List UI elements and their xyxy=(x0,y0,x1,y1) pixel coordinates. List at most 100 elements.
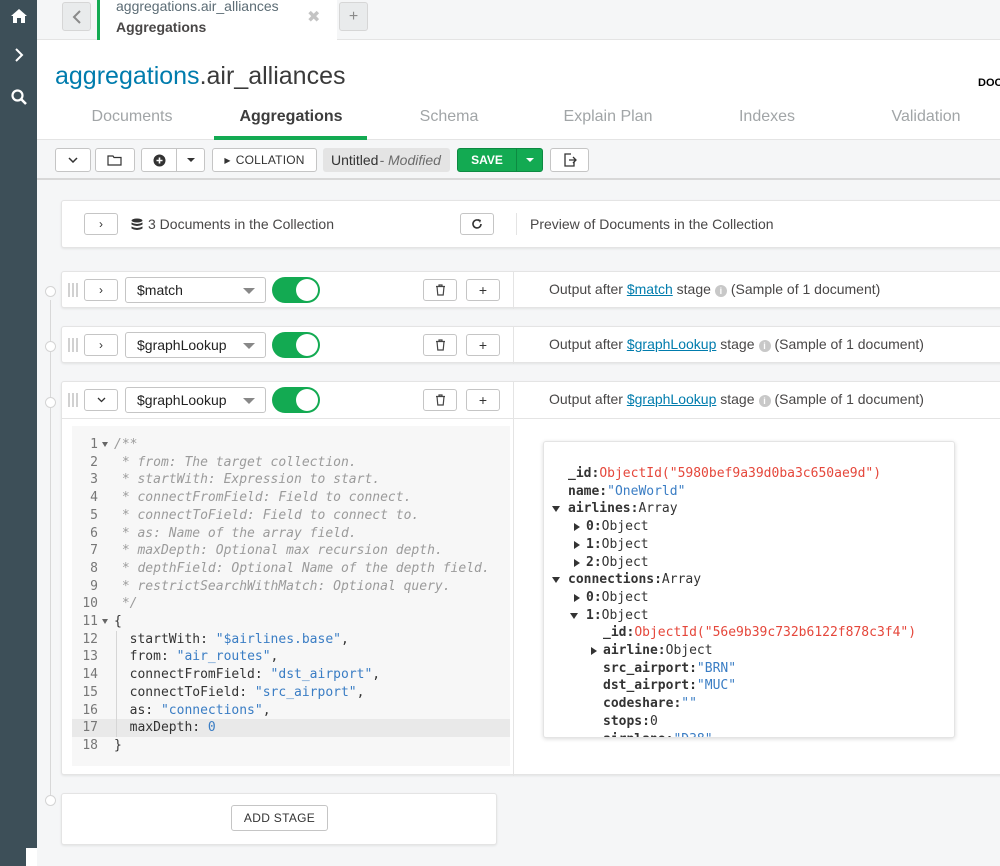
array-item[interactable]: 0:Object xyxy=(574,518,649,536)
stage-enabled-toggle[interactable] xyxy=(272,277,320,303)
tab-indexes[interactable]: Indexes xyxy=(739,108,795,126)
stage-card: › $graphLookup + Output after $graphLook… xyxy=(61,326,1000,364)
fold-toggle-icon[interactable] xyxy=(102,619,108,624)
field-value: Array xyxy=(661,572,702,588)
field-value: Object xyxy=(665,643,713,658)
drag-handle-icon[interactable] xyxy=(68,393,80,407)
save-options-dropdown[interactable] xyxy=(516,149,542,171)
stage-operator-link[interactable]: $graphLookup xyxy=(627,391,717,407)
sidebar-handle xyxy=(26,848,37,866)
expand-stage-button[interactable]: › xyxy=(84,334,118,356)
open-folder-button[interactable] xyxy=(95,148,135,172)
caret-right-icon[interactable] xyxy=(574,523,580,532)
caret-down-icon xyxy=(243,398,255,404)
tab-validation[interactable]: Validation xyxy=(891,108,960,126)
trash-icon xyxy=(435,339,445,351)
caret-down-icon[interactable] xyxy=(552,577,560,584)
chevron-down-icon xyxy=(97,397,105,403)
line-number: 4 xyxy=(90,490,98,506)
field-key: name: xyxy=(568,483,608,499)
drag-handle-icon[interactable] xyxy=(68,338,80,352)
output-document-card: _id:ObjectId("5980bef9a39d0ba3c650ae9d")… xyxy=(543,441,955,738)
home-icon[interactable] xyxy=(0,0,37,32)
stage-code-editor[interactable]: 1 /** 2 * from: The target collection. 3 * … xyxy=(72,426,510,766)
line-number: 6 xyxy=(90,525,98,541)
add-stage-after-button[interactable]: + xyxy=(466,279,500,301)
stage-dot xyxy=(45,795,56,806)
tab-explain-plan[interactable]: Explain Plan xyxy=(564,108,653,126)
line-number: 14 xyxy=(82,667,98,683)
document-count-label: 3 Documents in the Collection xyxy=(148,216,334,232)
expand-chevron-icon[interactable] xyxy=(0,39,37,71)
tab-documents[interactable]: Documents xyxy=(92,108,173,126)
stage-operator-select[interactable]: $match xyxy=(125,277,266,303)
tab-aggregations[interactable]: Aggregations xyxy=(239,108,342,126)
close-tab-icon[interactable]: ✖ xyxy=(307,7,320,27)
new-tab-button[interactable]: + xyxy=(339,2,368,31)
caret-down-icon xyxy=(525,158,534,162)
saved-pipelines-toggle[interactable] xyxy=(55,148,91,172)
expand-source-button[interactable]: › xyxy=(84,213,118,235)
field-connections[interactable]: connections:Array xyxy=(552,571,702,589)
caret-down-icon[interactable] xyxy=(552,506,560,513)
delete-stage-button[interactable] xyxy=(423,334,457,356)
caret-right-icon[interactable] xyxy=(591,647,597,655)
expand-stage-button[interactable]: › xyxy=(84,279,118,301)
tab-schema[interactable]: Schema xyxy=(420,108,479,126)
caret-right-icon[interactable] xyxy=(574,558,580,567)
field-key: 0: xyxy=(586,589,602,605)
workspace-tab[interactable]: aggregations.air_alliances Aggregations … xyxy=(97,0,337,40)
delete-stage-button[interactable] xyxy=(423,279,457,301)
field-value: "" xyxy=(681,696,697,712)
collection-name: .air_alliances xyxy=(199,62,346,90)
new-pipeline-button[interactable] xyxy=(141,148,177,172)
code-text: } xyxy=(114,737,122,753)
nested-field[interactable]: airline:Object xyxy=(591,642,713,660)
array-item[interactable]: 2:Object xyxy=(574,554,649,572)
caret-right-icon[interactable] xyxy=(574,593,580,602)
stage-enabled-toggle[interactable] xyxy=(272,387,320,413)
export-icon xyxy=(563,153,577,167)
search-icon[interactable] xyxy=(0,81,37,113)
info-icon[interactable]: i xyxy=(758,395,771,407)
export-button[interactable] xyxy=(550,148,589,172)
field-airlines[interactable]: airlines:Array xyxy=(552,500,678,518)
line-number: 1 xyxy=(90,437,98,452)
info-icon[interactable]: i xyxy=(714,285,727,297)
back-button[interactable] xyxy=(62,2,91,31)
stage-operator-link[interactable]: $match xyxy=(627,281,673,297)
line-number: 2 xyxy=(90,454,98,470)
array-item[interactable]: 1:Object xyxy=(570,607,649,625)
fold-toggle-icon[interactable] xyxy=(102,442,108,447)
stage-output-label: Output after $graphLookup stage i (Sample … xyxy=(549,391,924,407)
drag-handle-icon[interactable] xyxy=(68,283,80,297)
stage-enabled-toggle[interactable] xyxy=(272,332,320,358)
refresh-button[interactable] xyxy=(460,213,494,235)
pipeline-name-display[interactable]: Untitled - Modified xyxy=(323,148,450,172)
chevron-down-icon xyxy=(68,157,78,163)
delete-stage-button[interactable] xyxy=(423,389,457,411)
code-text: * depthField: Optional Name of the depth… xyxy=(114,560,490,576)
code-text: connectFromField: "dst_airport", xyxy=(114,667,381,683)
stage-dot xyxy=(45,286,56,297)
code-text: * startWith: Expression to start. xyxy=(114,472,381,488)
field-value: 0 xyxy=(649,713,658,729)
database-icon xyxy=(131,218,143,230)
save-button[interactable]: SAVE xyxy=(458,149,516,171)
stage-operator-select[interactable]: $graphLookup xyxy=(125,332,266,358)
database-name[interactable]: aggregations xyxy=(55,62,200,90)
info-icon[interactable]: i xyxy=(758,340,771,352)
caret-down-icon[interactable] xyxy=(570,612,578,619)
collation-button[interactable]: ▶ COLLATION xyxy=(212,148,317,172)
stage-operator-select[interactable]: $graphLookup xyxy=(125,387,266,413)
new-pipeline-dropdown[interactable] xyxy=(176,148,205,172)
collapse-stage-button[interactable] xyxy=(84,389,118,411)
add-stage-button[interactable]: ADD STAGE xyxy=(231,805,328,831)
add-stage-after-button[interactable]: + xyxy=(466,389,500,411)
add-stage-after-button[interactable]: + xyxy=(466,334,500,356)
array-item[interactable]: 1:Object xyxy=(574,536,649,554)
stage-operator-link[interactable]: $graphLookup xyxy=(627,336,717,352)
field-key: airplane: xyxy=(603,732,673,738)
array-item[interactable]: 0:Object xyxy=(574,589,649,607)
caret-right-icon[interactable] xyxy=(574,540,580,549)
